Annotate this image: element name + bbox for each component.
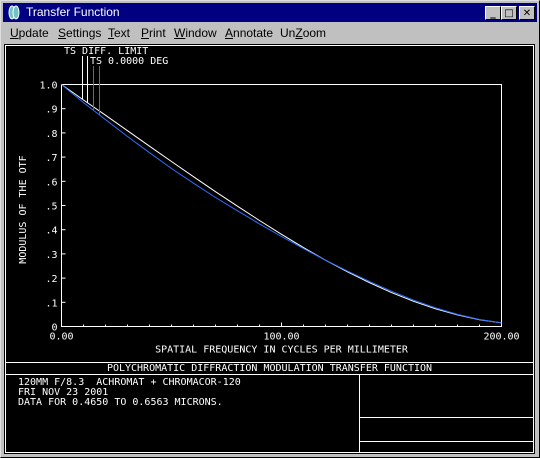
x-axis-label: SPATIAL FREQUENCY IN CYCLES PER MILLIMET… xyxy=(155,345,409,356)
y-tick-label: .3 xyxy=(45,250,57,261)
menu-annotate[interactable]: Annotate xyxy=(225,25,273,41)
x-tick-label: 200.00 xyxy=(483,332,519,343)
legend-line-2: TS 0.0000 DEG xyxy=(90,56,169,67)
y-tick-label: .9 xyxy=(45,105,57,116)
minimize-icon: _ xyxy=(490,6,496,19)
y-tick-label: .6 xyxy=(45,177,57,188)
menu-text[interactable]: Text xyxy=(108,25,130,41)
y-tick-label: .8 xyxy=(45,129,57,140)
lens-app-icon[interactable] xyxy=(6,5,22,20)
y-tick-label: .5 xyxy=(45,202,57,213)
series-line-2 xyxy=(61,84,502,324)
chart-caption: POLYCHROMATIC DIFFRACTION MODULATION TRA… xyxy=(106,363,433,374)
y-tick-label: .4 xyxy=(45,226,57,237)
y-tick-label: .2 xyxy=(45,274,57,285)
transfer-function-window: Transfer Function _ □ ✕ Update Settings … xyxy=(0,0,540,458)
menu-update[interactable]: Update xyxy=(10,25,49,41)
y-tick-label: .1 xyxy=(45,298,57,309)
menu-settings[interactable]: Settings xyxy=(58,25,101,41)
y-tick-label: 1.0 xyxy=(39,81,57,92)
x-tick-label: 100.00 xyxy=(263,332,299,343)
menu-print[interactable]: Print xyxy=(141,25,166,41)
menu-window[interactable]: Window xyxy=(174,25,217,41)
y-tick-label: .7 xyxy=(45,153,57,164)
plot-area: 0.1.2.3.4.5.6.7.8.9 1.0 0.00 100.00 200.00 SP… xyxy=(4,44,535,454)
series-lines xyxy=(61,84,502,324)
close-button[interactable]: ✕ xyxy=(519,6,535,20)
wavelength-range: DATA FOR 0.4650 TO 0.6563 MICRONS. xyxy=(18,397,223,408)
menu-unzoom[interactable]: UnZoom xyxy=(280,25,326,41)
menu-bar: Update Settings Text Print Window Annota… xyxy=(3,23,537,43)
minimize-button[interactable]: _ xyxy=(485,6,501,20)
y-axis-label: MODULUS OF THE OTF xyxy=(18,155,29,263)
x-tick-label: 0.00 xyxy=(49,332,73,343)
title-bar[interactable]: Transfer Function _ □ ✕ xyxy=(3,3,537,22)
axes: 0.1.2.3.4.5.6.7.8.91.00.00 100.00 200.00SP… xyxy=(18,81,520,356)
close-icon: ✕ xyxy=(522,8,532,19)
window-title: Transfer Function xyxy=(26,5,120,19)
maximize-icon: □ xyxy=(504,8,514,19)
maximize-button[interactable]: □ xyxy=(501,6,517,20)
plot-frame xyxy=(61,84,502,327)
series-line-1 xyxy=(61,84,502,324)
